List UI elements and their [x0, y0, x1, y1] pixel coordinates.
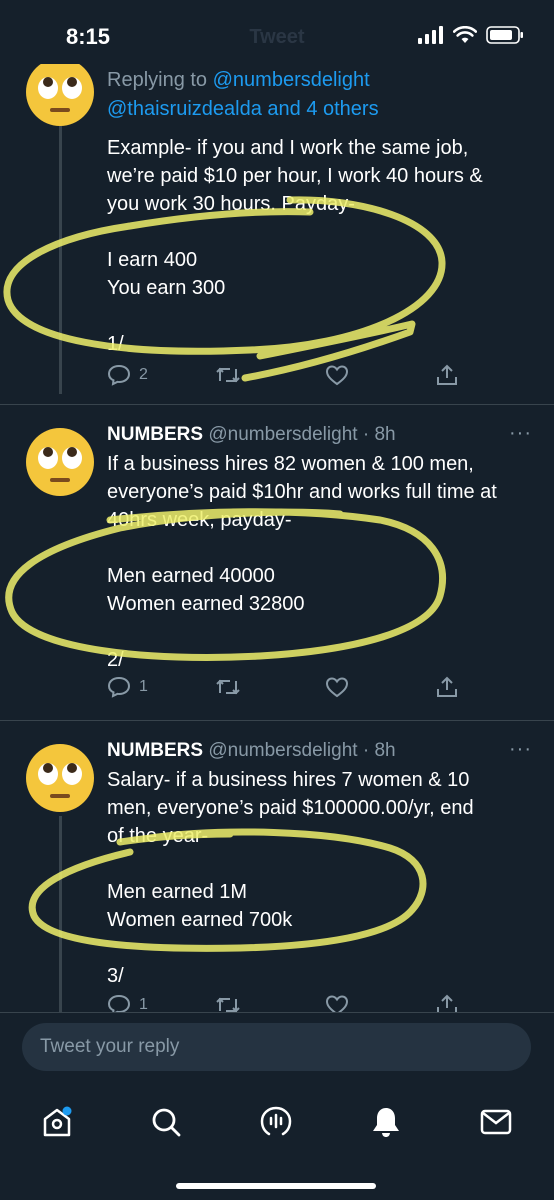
reply-count: 2: [139, 366, 148, 383]
reply-icon: [107, 364, 131, 386]
tweet-text-line: Men earned 40000: [107, 565, 275, 587]
retweet-icon: [216, 679, 240, 695]
tweet-text-line: I earn 400: [107, 249, 198, 271]
tab-notifications[interactable]: [364, 1100, 408, 1144]
reply-count: 1: [139, 678, 148, 695]
reply-button[interactable]: 2: [107, 364, 148, 386]
tweet-text-line: Women earned 32800: [107, 593, 305, 615]
reply-composer: [0, 1012, 554, 1088]
search-icon: [152, 1108, 181, 1137]
tweet-text-line: [107, 934, 534, 962]
status-icons: [418, 26, 524, 44]
share-icon: [437, 364, 457, 385]
tweet-text-line: you work 30 hours. Payday-: [107, 193, 355, 215]
home-indicator: [176, 1183, 376, 1189]
tweet-actions: 2: [107, 364, 487, 394]
reply-button[interactable]: 1: [107, 676, 148, 698]
tweet-text-line: of the year-: [107, 825, 209, 847]
tab-search[interactable]: [144, 1100, 188, 1144]
tweet-text-line: [107, 302, 534, 330]
tweet-text: Salary- if a business hires 7 women & 10…: [107, 766, 534, 990]
tweet-text: If a business hires 82 women & 100 men, …: [107, 450, 534, 674]
tweet-text-line: You earn 300: [107, 277, 226, 299]
mention-link[interactable]: @numbersdelight: [213, 69, 370, 91]
retweet-icon: [216, 367, 240, 383]
mention-others-link[interactable]: @thaisruizdealda and 4 others: [107, 98, 379, 120]
tab-messages[interactable]: [474, 1100, 518, 1144]
status-bar: Tweet 8:15: [0, 0, 554, 64]
tweet-actions: 1: [107, 676, 487, 706]
author-handle[interactable]: @numbersdelight: [208, 424, 357, 445]
thread-connector: [59, 816, 62, 1012]
battery-icon: [486, 26, 523, 44]
avatar[interactable]: [22, 54, 98, 130]
tweet-text-line: [107, 618, 534, 646]
share-button[interactable]: [435, 676, 459, 698]
reply-icon: [107, 676, 131, 698]
cellular-signal-icon: [418, 26, 443, 44]
tweet-text-line: Salary- if a business hires 7 women & 10: [107, 769, 470, 791]
avatar[interactable]: [22, 424, 98, 500]
notification-dot: [62, 1106, 72, 1116]
notifications-icon: [373, 1108, 399, 1137]
avatar[interactable]: [22, 740, 98, 816]
tweet-text-line: men, everyone’s paid $100000.00/yr, end: [107, 797, 474, 819]
tweet-text-line: 1/: [107, 333, 124, 355]
status-time: 8:15: [66, 24, 111, 49]
tweet-text-line: If a business hires 82 women & 100 men,: [107, 453, 474, 475]
tweet-text-line: Men earned 1M: [107, 881, 248, 903]
separator-dot: ·: [362, 424, 370, 445]
tweet-text-line: [107, 850, 534, 878]
replying-to-label: Replying to: [107, 69, 208, 91]
share-button[interactable]: [435, 364, 459, 386]
tweet-text-line: everyone’s paid $10hr and works full tim…: [107, 481, 497, 503]
reply-input[interactable]: [22, 1023, 531, 1071]
heart-icon: [325, 677, 349, 698]
replying-to: Replying to @numbersdelight: [107, 66, 534, 95]
tab-home[interactable]: [35, 1100, 79, 1144]
spaces-icon: [260, 1106, 292, 1136]
retweet-button[interactable]: [215, 364, 241, 386]
retweet-button[interactable]: [215, 676, 241, 698]
tweet-text-line: we’re paid $10 per hour, I work 40 hours…: [107, 165, 483, 187]
tweet-text-line: [107, 218, 534, 246]
author-handle[interactable]: @numbersdelight: [208, 740, 357, 761]
author-name[interactable]: NUMBERS: [107, 424, 203, 445]
separator-dot: ·: [362, 740, 370, 761]
tweet-time[interactable]: 8h: [374, 740, 395, 761]
tweet-text-line: Example- if you and I work the same job,: [107, 137, 469, 159]
tweet-text-line: Women earned 700k: [107, 909, 293, 931]
tweet-text-line: 3/: [107, 965, 124, 987]
tweet-divider: [0, 404, 554, 405]
like-button[interactable]: [325, 676, 349, 698]
tweet-divider: [0, 720, 554, 721]
like-button[interactable]: [325, 364, 349, 386]
tweet-header: NUMBERS @numbersdelight · 8h: [107, 738, 534, 764]
tweet-text: Example- if you and I work the same job,…: [107, 134, 534, 358]
messages-icon: [480, 1109, 512, 1135]
tab-spaces[interactable]: [254, 1100, 298, 1144]
replying-to-others: @thaisruizdealda and 4 others: [107, 95, 534, 124]
tweet-time[interactable]: 8h: [374, 424, 395, 445]
tweet-header: NUMBERS @numbersdelight · 8h: [107, 422, 534, 448]
tweet-text-line: 40hrs week, payday-: [107, 509, 292, 531]
heart-icon: [325, 365, 349, 386]
tweet-text-line: 2/: [107, 649, 124, 671]
home-icon: [43, 1106, 72, 1137]
share-icon: [437, 676, 457, 697]
tweet-text-line: [107, 534, 534, 562]
author-name[interactable]: NUMBERS: [107, 740, 203, 761]
wifi-icon: [453, 26, 477, 43]
